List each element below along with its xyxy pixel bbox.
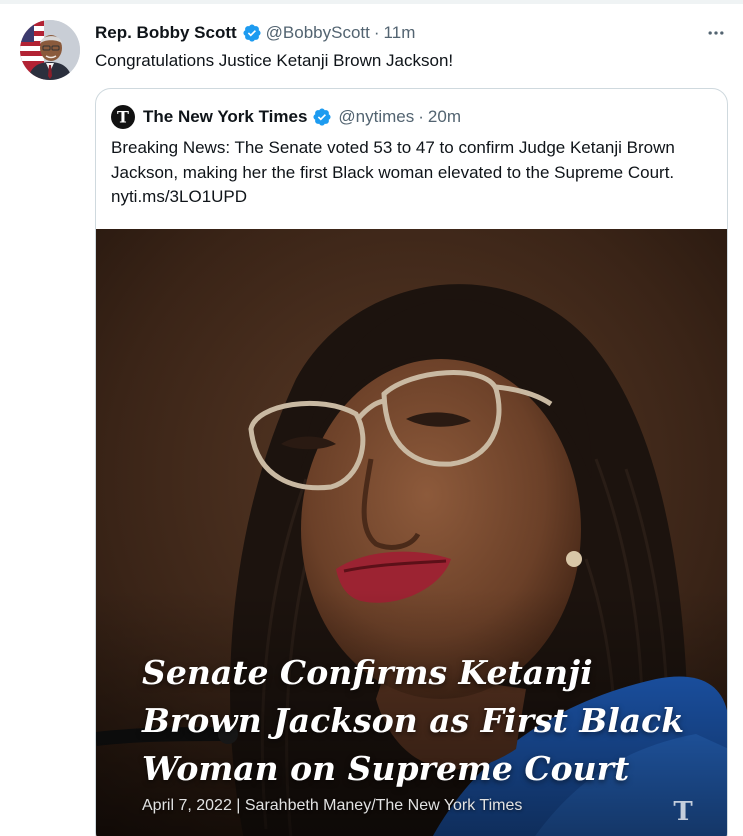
quote-author-name[interactable]: The New York Times: [143, 107, 307, 127]
nyt-logo-icon: T: [111, 105, 135, 129]
quote-tweet-card[interactable]: T The New York Times @nytimes · 20m Brea…: [95, 88, 728, 836]
header-separator: ·: [373, 23, 380, 42]
author-handle[interactable]: @BobbyScott: [266, 23, 370, 43]
quote-header-separator: ·: [418, 107, 424, 126]
tweet-timestamp[interactable]: 11m: [384, 23, 416, 43]
author-name[interactable]: Rep. Bobby Scott: [95, 23, 237, 43]
tweet-card[interactable]: Rep. Bobby Scott @BobbyScott · 11m Congr…: [0, 0, 743, 836]
media-headline: Senate Confirms Ketanji Brown Jackson as…: [142, 649, 702, 793]
headline-line: Woman on Supreme Court: [142, 749, 630, 788]
tweet-text: Congratulations Justice Ketanji Brown Ja…: [95, 51, 454, 70]
verified-badge-icon: [242, 23, 262, 43]
media-caption: April 7, 2022 | Sarahbeth Maney/The New …: [142, 797, 523, 814]
verified-badge-icon: [312, 107, 332, 127]
top-divider: [0, 0, 743, 4]
svg-text:T: T: [673, 797, 693, 825]
headline-line: Senate Confirms Ketanji: [142, 653, 593, 692]
nyt-watermark-icon: T: [668, 795, 698, 827]
tweet-header: Rep. Bobby Scott @BobbyScott · 11m: [95, 22, 415, 44]
avatar[interactable]: [20, 20, 80, 80]
more-horizontal-icon[interactable]: [703, 23, 729, 43]
svg-text:T: T: [117, 108, 129, 127]
headline-line: Brown Jackson as First Black: [142, 701, 685, 740]
quote-media-image[interactable]: Senate Confirms Ketanji Brown Jackson as…: [96, 229, 727, 836]
quote-text: Breaking News: The Senate voted 53 to 47…: [111, 138, 675, 206]
quote-author-handle[interactable]: @nytimes: [338, 107, 414, 127]
quote-timestamp[interactable]: 20m: [428, 107, 461, 127]
quote-header: T The New York Times @nytimes · 20m: [111, 105, 461, 129]
